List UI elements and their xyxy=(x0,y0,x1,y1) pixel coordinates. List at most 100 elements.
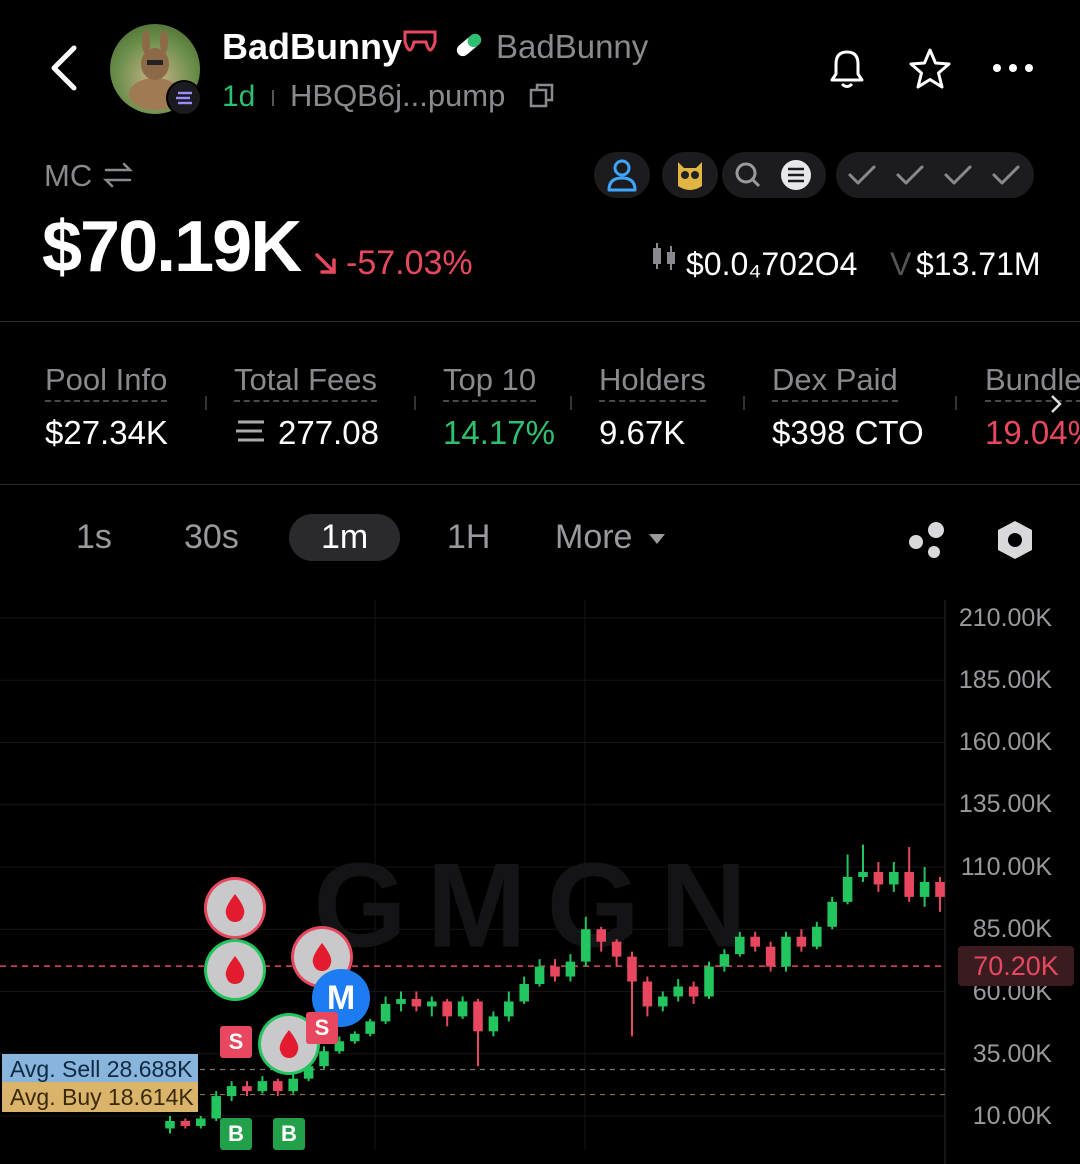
tab-30s[interactable]: 30s xyxy=(184,518,239,557)
candle-body xyxy=(596,929,606,942)
market-cap-value: $70.19K xyxy=(42,207,302,287)
candle-body xyxy=(581,929,591,962)
down-arrow-icon xyxy=(312,250,340,278)
candle-body xyxy=(488,1016,499,1032)
divider xyxy=(955,396,957,410)
stat-value-total-fees: 277.08 xyxy=(278,414,379,451)
candle-body xyxy=(842,876,853,902)
candle-body xyxy=(380,1003,391,1022)
candle-body xyxy=(704,966,714,997)
candle-body xyxy=(242,1086,252,1092)
divider xyxy=(743,396,745,410)
settings-hex-icon[interactable] xyxy=(994,518,1036,562)
tab-1m[interactable]: 1m xyxy=(289,514,401,561)
candle-body xyxy=(396,998,406,1004)
candle-body xyxy=(257,1081,268,1092)
checks-pill[interactable] xyxy=(836,152,1034,198)
y-axis-label: 10.00K xyxy=(972,1102,1052,1130)
copy-icon[interactable] xyxy=(528,82,556,110)
candle-body xyxy=(457,1001,468,1017)
y-axis-label: 110.00K xyxy=(960,853,1052,881)
contract-address[interactable]: HBQB6j...pump xyxy=(290,78,505,114)
candle-body xyxy=(858,871,868,877)
stat-label-top-10[interactable]: Top 10 xyxy=(443,362,537,402)
current-price-tag: 70.20K xyxy=(958,946,1074,986)
star-icon[interactable] xyxy=(906,46,954,92)
candle-body xyxy=(719,954,730,967)
buy-tag[interactable]: B xyxy=(273,1118,305,1150)
stat-label-holders[interactable]: Holders xyxy=(599,362,706,402)
stat-value-holders: 9.67K xyxy=(599,414,686,451)
stat-label-pool-info[interactable]: Pool Info xyxy=(45,362,168,402)
candle-body xyxy=(411,998,422,1007)
stat-value-pool-info: $27.34K xyxy=(45,414,168,451)
y-axis-label: 160.00K xyxy=(958,728,1052,756)
more-options-icon[interactable] xyxy=(990,58,1036,78)
token-name: BadBunny xyxy=(222,26,402,67)
y-axis-label: 210.00K xyxy=(958,604,1052,632)
stat-label-dex-paid[interactable]: Dex Paid xyxy=(772,362,898,402)
tab-more[interactable]: More xyxy=(555,518,632,557)
candle-body xyxy=(765,946,776,967)
candle-body xyxy=(812,926,822,947)
twitter-handle[interactable]: BadBunny xyxy=(496,28,648,66)
candle-body xyxy=(750,936,760,947)
candle-body xyxy=(226,1086,237,1097)
watermark: GMGN xyxy=(313,839,766,973)
candle-body xyxy=(781,936,791,967)
mc-label: MC xyxy=(44,158,93,193)
candle-body xyxy=(827,901,837,927)
candle-body xyxy=(935,881,945,897)
candle-body xyxy=(365,1021,375,1034)
fees-token-icon xyxy=(234,418,266,444)
back-icon[interactable] xyxy=(44,42,84,94)
divider xyxy=(0,484,1080,485)
tab-1s[interactable]: 1s xyxy=(76,518,112,557)
candle-body xyxy=(735,936,745,955)
caret-down-icon xyxy=(648,532,666,544)
candle-body xyxy=(350,1033,360,1042)
avg-sell-label: Avg. Sell 28.688K xyxy=(2,1054,198,1084)
candle-body xyxy=(196,1118,206,1126)
candle-body xyxy=(904,871,914,897)
candle-body xyxy=(796,936,807,947)
price-change: -57.03% xyxy=(346,244,473,282)
swap-icon[interactable] xyxy=(102,160,134,190)
profile-button[interactable] xyxy=(594,152,650,198)
stat-value-bundle: 19.04% xyxy=(985,414,1080,451)
stat-label-total-fees[interactable]: Total Fees xyxy=(234,362,378,402)
candle-body xyxy=(180,1120,191,1126)
buy-tag[interactable]: B xyxy=(220,1118,252,1150)
y-axis-label: 135.00K xyxy=(958,790,1052,818)
separator xyxy=(272,90,274,106)
token-price: $0.0₄702O4 xyxy=(686,246,858,282)
scroll-right-icon[interactable] xyxy=(1046,392,1066,416)
candle-icon xyxy=(650,240,678,274)
divider xyxy=(414,396,416,410)
candle-body xyxy=(273,1081,283,1092)
liquidity-drop-marker[interactable] xyxy=(207,880,263,936)
avg-buy-label: Avg. Buy 18.614K xyxy=(2,1082,198,1112)
candle-body xyxy=(688,986,699,997)
candle-body xyxy=(873,871,884,885)
candle-body xyxy=(642,981,653,1007)
candle-body xyxy=(534,966,545,985)
search-pill[interactable] xyxy=(722,152,826,198)
sell-tag[interactable]: S xyxy=(306,1012,338,1044)
stat-value-top-10: 14.17% xyxy=(443,414,555,451)
candle-body xyxy=(519,984,529,1002)
stat-value-dex-paid: $398 CTO xyxy=(772,414,924,451)
candle-body xyxy=(288,1078,298,1092)
candle-body xyxy=(427,1001,437,1007)
y-axis-label: 85.00K xyxy=(972,915,1052,943)
candle-body xyxy=(504,1001,514,1017)
sell-tag[interactable]: S xyxy=(220,1026,252,1058)
divider xyxy=(0,321,1080,322)
bell-icon[interactable] xyxy=(824,44,870,92)
liquidity-drop-marker[interactable] xyxy=(207,942,263,998)
owl-icon[interactable] xyxy=(662,152,718,198)
tab-1h[interactable]: 1H xyxy=(447,518,490,557)
fangs-icon xyxy=(402,28,438,62)
divider xyxy=(570,396,572,410)
indicators-icon[interactable] xyxy=(904,518,950,562)
